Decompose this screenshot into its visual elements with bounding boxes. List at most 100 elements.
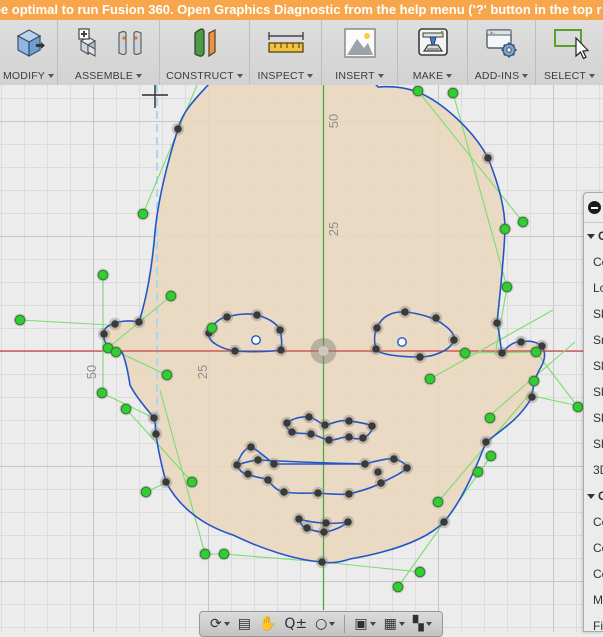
handle-point[interactable] bbox=[412, 85, 424, 97]
spline-point[interactable] bbox=[270, 460, 278, 468]
handle-point[interactable] bbox=[161, 369, 173, 381]
palette-item-collinear[interactable]: Collinear bbox=[584, 535, 603, 561]
toolbar-group-select[interactable]: SELECT bbox=[536, 20, 603, 85]
spline-point[interactable] bbox=[361, 460, 369, 468]
handle-point[interactable] bbox=[530, 346, 542, 358]
spline-point[interactable] bbox=[372, 345, 380, 353]
handle-point[interactable] bbox=[485, 450, 497, 462]
spline-point[interactable] bbox=[307, 430, 315, 438]
handle-point[interactable] bbox=[484, 412, 496, 424]
spline-point[interactable] bbox=[318, 558, 326, 566]
spline-point[interactable] bbox=[231, 347, 239, 355]
palette-item-show-constraints[interactable]: Show Constraints bbox=[584, 431, 603, 457]
orbit-button[interactable]: ⟳ bbox=[207, 616, 233, 632]
palette-item-construction[interactable]: Construction bbox=[584, 249, 603, 275]
spline-point[interactable] bbox=[368, 422, 376, 430]
spline-handle-line[interactable] bbox=[532, 395, 580, 407]
spline-point[interactable] bbox=[416, 353, 424, 361]
spline-point[interactable] bbox=[498, 349, 506, 357]
spline-point[interactable] bbox=[403, 464, 411, 472]
handle-point[interactable] bbox=[432, 496, 444, 508]
spline-point[interactable] bbox=[440, 518, 448, 526]
handle-point[interactable] bbox=[110, 346, 122, 358]
spline-point[interactable] bbox=[303, 524, 311, 532]
spline-point[interactable] bbox=[233, 461, 241, 469]
handle-point[interactable] bbox=[572, 401, 584, 413]
palette-item-3d-sketch[interactable]: 3D Sketch bbox=[584, 457, 603, 483]
spline-point[interactable] bbox=[174, 125, 182, 133]
palette-item-coincident[interactable]: Coincident bbox=[584, 509, 603, 535]
toolbar-group-modify[interactable]: MODIFY bbox=[0, 20, 58, 85]
spline-handle-line[interactable] bbox=[321, 561, 421, 573]
viewports-button[interactable]: ▚ bbox=[410, 616, 435, 632]
handle-point[interactable] bbox=[392, 581, 404, 593]
modify-menu[interactable]: MODIFY bbox=[3, 70, 55, 82]
zoom-button[interactable]: Q± bbox=[281, 616, 310, 632]
spline-point[interactable] bbox=[377, 479, 385, 487]
handle-point[interactable] bbox=[447, 87, 459, 99]
palette-item-fix[interactable]: Fix bbox=[584, 613, 603, 631]
grid-settings-button[interactable]: ▦ bbox=[381, 616, 408, 632]
toolbar-group-make[interactable]: MAKE bbox=[398, 20, 468, 85]
handle-point[interactable] bbox=[459, 347, 471, 359]
spline-point[interactable] bbox=[100, 330, 108, 338]
palette-section-options[interactable]: Options bbox=[584, 223, 603, 249]
spline-point[interactable] bbox=[150, 414, 158, 422]
display-settings-button[interactable]: ▣ bbox=[351, 616, 378, 632]
spline-point[interactable] bbox=[359, 434, 367, 442]
spline-point[interactable] bbox=[321, 421, 329, 429]
handle-point[interactable] bbox=[528, 375, 540, 387]
spline-point[interactable] bbox=[305, 413, 313, 421]
spline-point[interactable] bbox=[320, 528, 328, 536]
handle-point[interactable] bbox=[120, 403, 132, 415]
toolbar-group-construct[interactable]: CONSTRUCT bbox=[160, 20, 250, 85]
handle-point[interactable] bbox=[206, 322, 218, 334]
spline-point[interactable] bbox=[345, 433, 353, 441]
spline-point[interactable] bbox=[264, 476, 272, 484]
spline-point[interactable] bbox=[223, 313, 231, 321]
toolbar-group-inspect[interactable]: INSPECT bbox=[250, 20, 322, 85]
handle-point[interactable] bbox=[97, 269, 109, 281]
spline-point[interactable] bbox=[162, 478, 170, 486]
spline-point[interactable] bbox=[517, 338, 525, 346]
handle-point[interactable] bbox=[501, 281, 513, 293]
assemble-menu[interactable]: ASSEMBLE bbox=[75, 70, 143, 82]
make-menu[interactable]: MAKE bbox=[413, 70, 453, 82]
palette-item-snap[interactable]: Snap bbox=[584, 327, 603, 353]
pan-button[interactable]: ✋ bbox=[256, 616, 279, 632]
construct-menu[interactable]: CONSTRUCT bbox=[166, 70, 243, 82]
insert-menu[interactable]: INSERT bbox=[335, 70, 384, 82]
handle-point[interactable] bbox=[499, 223, 511, 235]
select-menu[interactable]: SELECT bbox=[544, 70, 596, 82]
spline-point[interactable] bbox=[374, 468, 382, 476]
handle-point[interactable] bbox=[218, 548, 230, 560]
handle-point[interactable] bbox=[14, 314, 26, 326]
spline-point[interactable] bbox=[152, 430, 160, 438]
spline-handle-line[interactable] bbox=[19, 319, 111, 326]
spline-point[interactable] bbox=[482, 438, 490, 446]
spline-point[interactable] bbox=[111, 320, 119, 328]
spline-point[interactable] bbox=[450, 336, 458, 344]
handle-point[interactable] bbox=[137, 208, 149, 220]
inspect-menu[interactable]: INSPECT bbox=[258, 70, 314, 82]
fit-button[interactable]: ○ bbox=[312, 616, 338, 632]
spline-point[interactable] bbox=[493, 319, 501, 327]
spline-point[interactable] bbox=[295, 515, 303, 523]
spline-point[interactable] bbox=[288, 428, 296, 436]
toolbar-group-add-ins[interactable]: >- ADD-INS bbox=[468, 20, 536, 85]
palette-section-constraints[interactable]: Constraints bbox=[584, 483, 603, 509]
spline-point[interactable] bbox=[344, 518, 352, 526]
spline-handle-line[interactable] bbox=[535, 351, 579, 408]
palette-item-show-points[interactable]: Show Points bbox=[584, 379, 603, 405]
spline-point[interactable] bbox=[390, 455, 398, 463]
palette-item-look-at[interactable]: Look At bbox=[584, 275, 603, 301]
spline-point[interactable] bbox=[484, 154, 492, 162]
handle-point[interactable] bbox=[96, 387, 108, 399]
palette-item-slice[interactable]: Slice bbox=[584, 353, 603, 379]
spline-point[interactable] bbox=[528, 393, 536, 401]
spline-point[interactable] bbox=[244, 470, 252, 478]
spline-point[interactable] bbox=[325, 436, 333, 444]
handle-point[interactable] bbox=[424, 373, 436, 385]
handle-point[interactable] bbox=[186, 476, 198, 488]
palette-item-concentric[interactable]: Concentric bbox=[584, 561, 603, 587]
